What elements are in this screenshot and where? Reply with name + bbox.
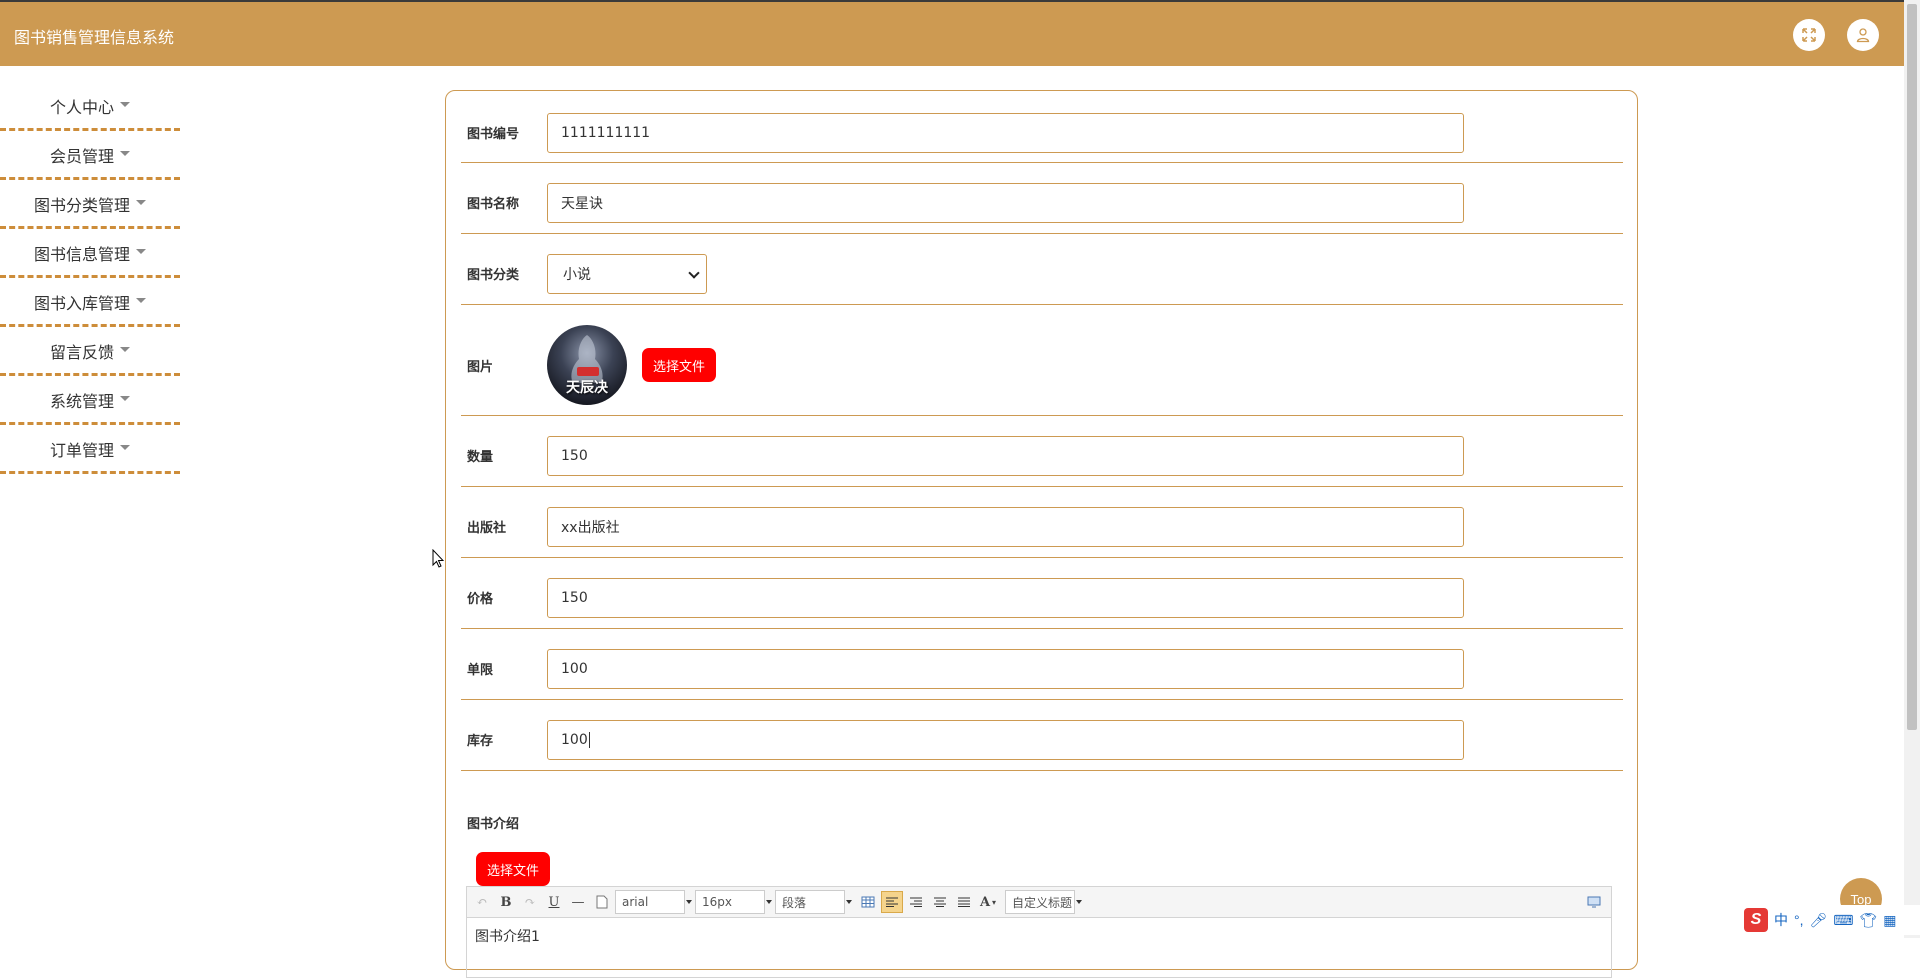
sogou-logo-icon[interactable]: S [1744, 908, 1768, 932]
preview-icon[interactable] [1583, 891, 1605, 913]
book-edit-form: 图书编号 1111111111 图书名称 天星诀 图书分类 小说 图片 天辰决 … [445, 90, 1638, 978]
custom-title-select[interactable]: 自定义标题 [1005, 890, 1082, 914]
punctuation-icon[interactable]: °, [1794, 912, 1804, 928]
sidebar-item-label: 订单管理 [49, 441, 114, 460]
form-row-publisher: 出版社 xx出版社 [461, 487, 1623, 558]
image-label: 图片 [467, 360, 494, 375]
font-color-button[interactable]: A ▾ [977, 891, 999, 913]
skin-icon[interactable]: 👕︎ [1860, 912, 1878, 929]
horizontal-rule-icon[interactable]: — [567, 891, 589, 913]
form-row-book-name: 图书名称 天星诀 [461, 163, 1623, 234]
sidebar-item-stock-in-management[interactable]: 图书入库管理 [0, 278, 180, 327]
sidebar-item-category-management[interactable]: 图书分类管理 [0, 180, 180, 229]
book-no-label: 图书编号 [467, 127, 520, 142]
user-button[interactable] [1847, 19, 1879, 51]
form-row-quantity: 数量 150 [461, 416, 1623, 487]
sidebar-item-label: 个人中心 [49, 98, 114, 117]
fullscreen-icon [1802, 28, 1816, 42]
align-right-icon[interactable] [905, 891, 927, 913]
form-row-book-no: 图书编号 1111111111 [461, 99, 1623, 163]
category-selected-value: 小说 [563, 267, 591, 283]
bold-button[interactable]: B [495, 891, 517, 913]
quantity-input[interactable]: 150 [547, 436, 1464, 476]
rich-text-toolbar: ↶ B ↷ U — arial 16px 段落 A ▾ 自定义标题 [466, 886, 1612, 918]
sidebar-item-feedback[interactable]: 留言反馈 [0, 327, 180, 376]
stock-value: 100 [561, 732, 588, 748]
cover-title-text: 天辰决 [566, 380, 608, 396]
ime-mode-label[interactable]: 中 [1774, 910, 1788, 930]
publisher-input[interactable]: xx出版社 [547, 507, 1464, 547]
toolbox-icon[interactable]: ▦ [1883, 912, 1896, 929]
align-left-icon[interactable] [881, 891, 903, 913]
font-family-select[interactable]: arial [615, 890, 692, 914]
rich-text-editor-body[interactable]: 图书介绍1 [466, 918, 1612, 978]
form-row-price: 价格 150 [461, 558, 1623, 629]
align-center-icon[interactable] [929, 891, 951, 913]
user-icon [1856, 28, 1870, 43]
quantity-label: 数量 [467, 450, 494, 465]
fullscreen-button[interactable] [1793, 19, 1825, 51]
intro-label: 图书介绍 [467, 817, 520, 832]
limit-label: 单限 [467, 663, 494, 678]
sidebar-item-member-management[interactable]: 会员管理 [0, 131, 180, 180]
choose-image-file-button[interactable]: 选择文件 [642, 348, 717, 382]
text-caret [588, 732, 590, 748]
sidebar-item-label: 图书信息管理 [33, 245, 130, 264]
sidebar-item-label: 图书分类管理 [33, 196, 130, 215]
sidebar-item-label: 图书入库管理 [33, 294, 130, 313]
price-input[interactable]: 150 [547, 578, 1464, 618]
chevron-down-icon [688, 267, 700, 279]
book-cover-image: 天辰决 [547, 325, 627, 405]
microphone-icon[interactable]: 🎤︎ [1810, 912, 1828, 929]
font-size-select[interactable]: 16px [695, 890, 772, 914]
book-name-label: 图书名称 [467, 197, 520, 212]
sidebar-item-personal-center[interactable]: 个人中心 [0, 82, 180, 131]
font-color-label: A [979, 894, 991, 910]
category-label: 图书分类 [467, 268, 520, 283]
choose-intro-file-button[interactable]: 选择文件 [476, 852, 551, 886]
sidebar-item-system-management[interactable]: 系统管理 [0, 376, 180, 425]
sidebar-item-label: 系统管理 [49, 392, 114, 411]
ime-toolbar: S 中 °, 🎤︎ ⌨︎ 👕︎ ▦ [1742, 905, 1920, 935]
book-no-input[interactable]: 1111111111 [547, 113, 1464, 153]
redo-icon[interactable]: ↷ [519, 891, 541, 913]
caret-down-icon [120, 444, 130, 450]
caret-down-icon [120, 395, 130, 401]
sidebar-item-order-management[interactable]: 订单管理 [0, 425, 180, 474]
sidebar-item-label: 会员管理 [49, 147, 114, 166]
align-justify-icon[interactable] [953, 891, 975, 913]
keyboard-icon[interactable]: ⌨︎ [1833, 912, 1853, 929]
app-title: 图书销售管理信息系统 [14, 28, 175, 47]
book-name-input[interactable]: 天星诀 [547, 183, 1464, 223]
limit-input[interactable]: 100 [547, 649, 1464, 689]
table-icon[interactable] [857, 891, 879, 913]
stock-input[interactable]: 100 [547, 720, 1464, 760]
mouse-cursor-icon [432, 549, 444, 568]
form-row-limit: 单限 100 [461, 629, 1623, 700]
publisher-label: 出版社 [467, 521, 507, 536]
caret-down-icon [136, 297, 146, 303]
sidebar: 个人中心 会员管理 图书分类管理 图书信息管理 图书入库管理 留言反馈 系统管理… [0, 82, 180, 474]
stock-label: 库存 [467, 734, 494, 749]
caret-down-icon [120, 101, 130, 107]
undo-icon[interactable]: ↶ [471, 891, 493, 913]
page-scrollbar[interactable] [1904, 0, 1920, 938]
price-label: 价格 [467, 592, 494, 607]
underline-button[interactable]: U [543, 891, 565, 913]
caret-down-icon [120, 346, 130, 352]
caret-down-icon [120, 150, 130, 156]
page-icon[interactable] [591, 891, 613, 913]
sidebar-item-label: 留言反馈 [49, 343, 114, 362]
paragraph-select[interactable]: 段落 [775, 890, 852, 914]
top-header: 图书销售管理信息系统 [0, 0, 1904, 66]
form-row-stock: 库存 100 [461, 700, 1623, 771]
category-select[interactable]: 小说 [547, 254, 707, 294]
caret-down-icon [136, 248, 146, 254]
sidebar-item-book-info-management[interactable]: 图书信息管理 [0, 229, 180, 278]
caret-down-icon [136, 199, 146, 205]
form-row-category: 图书分类 小说 [461, 234, 1623, 305]
scrollbar-thumb[interactable] [1907, 4, 1917, 730]
form-row-image: 图片 天辰决 选择文件 [461, 305, 1623, 416]
